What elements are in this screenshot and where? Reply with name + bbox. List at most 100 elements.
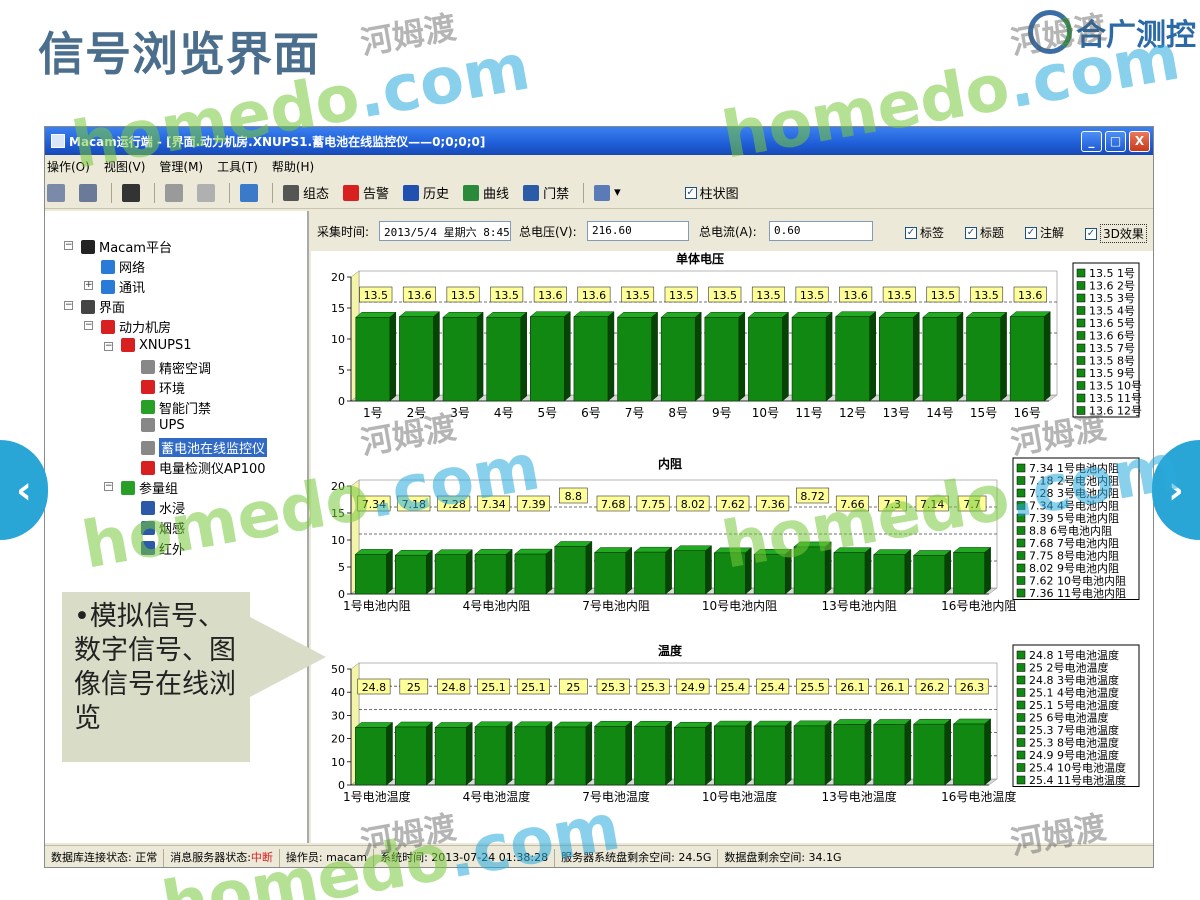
tree-node[interactable]: 红外 — [141, 539, 185, 558]
expand-icon[interactable]: + — [84, 281, 93, 291]
collapse-icon[interactable]: − — [104, 341, 113, 351]
x-tick-label: 16号电池温度 — [941, 789, 1016, 804]
prev-slide-button[interactable]: ‹ — [0, 440, 48, 540]
login-icon[interactable] — [47, 183, 65, 202]
bar — [355, 554, 387, 595]
bar-top — [793, 720, 832, 727]
legend-label: 25.1 5号电池温度 — [1029, 698, 1119, 712]
parameter-bar: 采集时间: 2013/5/4 星期六 8:45 总电压(V): 216.60 总… — [311, 211, 1153, 251]
menu-view[interactable]: 视图(V) — [104, 158, 146, 175]
window-cascade-icon[interactable] — [197, 183, 215, 202]
legend-label: 25.4 10号电池温度 — [1029, 761, 1126, 775]
toolbar-item-label: 告警 — [363, 187, 390, 202]
bar-top — [833, 719, 872, 725]
label-toggle[interactable]: ✓ 标签 — [905, 224, 944, 241]
minimize-button[interactable]: _ — [1081, 130, 1102, 152]
tree-node[interactable]: 烟感 — [141, 518, 185, 537]
tree-node[interactable]: 网络 — [101, 257, 145, 276]
x-tick-label: 13号 — [883, 406, 910, 420]
title-checkbox[interactable]: ✓ — [965, 226, 977, 239]
window-title: Macam运行端 - [界面.动力机房.XNUPS1.蓄电池在线监控仪——0;0… — [69, 134, 486, 149]
toolbar-door-button[interactable]: 门禁 — [523, 183, 569, 202]
y-tick-label: 50 — [331, 663, 345, 676]
x-tick-label: 12号 — [839, 406, 866, 420]
legend-swatch — [1016, 576, 1026, 585]
layout-dropdown[interactable]: ▾ — [594, 184, 621, 201]
tree-node-label: 网络 — [119, 261, 146, 277]
bar-top — [833, 547, 872, 553]
maximize-button[interactable]: □ — [1105, 130, 1126, 152]
tree-node[interactable]: XNUPS1 — [121, 338, 192, 353]
tree-node[interactable]: UPS — [141, 418, 185, 433]
collapse-icon[interactable]: − — [84, 321, 93, 331]
tree-node[interactable]: 蓄电池在线监控仪 — [141, 438, 268, 457]
bar — [878, 317, 914, 402]
tree-node[interactable]: 电量检测仪AP100 — [141, 458, 266, 477]
window-tile-icon[interactable] — [165, 183, 183, 202]
legend-label: 13.5 9号 — [1089, 367, 1135, 380]
annotation-toggle[interactable]: ✓ 注解 — [1025, 224, 1064, 241]
bar-side — [824, 720, 832, 786]
window-titlebar[interactable]: Macam运行端 - [界面.动力机房.XNUPS1.蓄电池在线监控仪——0;0… — [45, 127, 1153, 155]
3d-effect-toggle[interactable]: ✓ 3D效果 — [1085, 224, 1147, 243]
annotation-checkbox[interactable]: ✓ — [1025, 226, 1037, 239]
y-tick-label: 5 — [338, 364, 345, 377]
bar — [355, 317, 391, 402]
tree-node[interactable]: 通讯 — [101, 277, 145, 296]
toolbar-item-label: 曲线 — [483, 187, 510, 202]
label-checkbox[interactable]: ✓ — [905, 226, 917, 239]
toolbar-config-button[interactable]: 组态 — [283, 183, 329, 202]
tree-node[interactable]: 智能门禁 — [141, 398, 211, 417]
bar-side — [904, 718, 912, 786]
x-tick-label: 1号电池内阻 — [343, 599, 411, 613]
legend-label: 7.34 4号电池内阻 — [1029, 499, 1119, 513]
bar-chart-checkbox[interactable]: ✓ — [684, 186, 697, 199]
tree-node[interactable]: 精密空调 — [141, 358, 211, 377]
legend-swatch — [1016, 538, 1026, 548]
collapse-icon[interactable]: − — [64, 301, 73, 311]
legend-swatch — [1076, 343, 1086, 353]
tree-node[interactable]: 水浸 — [141, 498, 185, 517]
toolbar-alarm-button[interactable]: 告警 — [343, 183, 389, 202]
tree-node[interactable]: 动力机房 — [101, 317, 171, 336]
legend-swatch — [1016, 476, 1026, 485]
toolbar-history-button[interactable]: 历史 — [403, 183, 449, 202]
menu-help[interactable]: 帮助(H) — [272, 158, 314, 175]
x-tick-label: 1号 — [363, 406, 383, 420]
menu-tools[interactable]: 工具(T) — [217, 158, 258, 175]
next-slide-button[interactable]: › — [1152, 440, 1200, 540]
device-icon — [121, 338, 135, 352]
collapse-icon[interactable]: − — [104, 482, 113, 492]
x-tick-label: 4号电池内阻 — [463, 599, 531, 613]
bar-side — [520, 311, 527, 402]
y-tick-label: 30 — [331, 709, 345, 722]
tree-node[interactable]: 界面 — [81, 297, 125, 316]
binoculars-icon[interactable] — [122, 183, 140, 202]
menu-operate[interactable]: 操作(O) — [47, 158, 90, 175]
close-button[interactable]: X — [1129, 130, 1150, 152]
bar-top — [753, 720, 792, 727]
3d-effect-checkbox[interactable]: ✓ — [1085, 227, 1097, 240]
tree-node[interactable]: 环境 — [141, 378, 185, 397]
data-label: 24.9 — [681, 681, 706, 694]
voltage-field[interactable]: 216.60 — [587, 221, 689, 241]
bar-top — [554, 721, 593, 728]
bar-chart-toggle[interactable]: ✓ 柱状图 — [684, 183, 739, 202]
tree-node[interactable]: 参量组 — [121, 478, 178, 497]
data-label: 13.5 — [451, 289, 476, 302]
bar-top — [529, 311, 572, 317]
bar-top — [704, 312, 746, 318]
curve-icon — [463, 184, 480, 201]
time-field[interactable]: 2013/5/4 星期六 8:45 — [379, 221, 511, 241]
title-toggle[interactable]: ✓ 标题 — [965, 224, 1004, 241]
toolbar-curve-button[interactable]: 曲线 — [463, 183, 509, 202]
collapse-icon[interactable]: − — [64, 241, 73, 250]
report-icon[interactable] — [240, 183, 258, 202]
logout-icon[interactable] — [79, 183, 97, 202]
x-tick-label: 7号 — [625, 406, 645, 420]
bar-top — [660, 312, 702, 318]
tree-node[interactable]: Macam平台 — [81, 237, 172, 256]
x-tick-label: 6号 — [581, 406, 601, 420]
menu-manage[interactable]: 管理(M) — [159, 158, 203, 175]
current-field[interactable]: 0.60 — [769, 221, 873, 241]
